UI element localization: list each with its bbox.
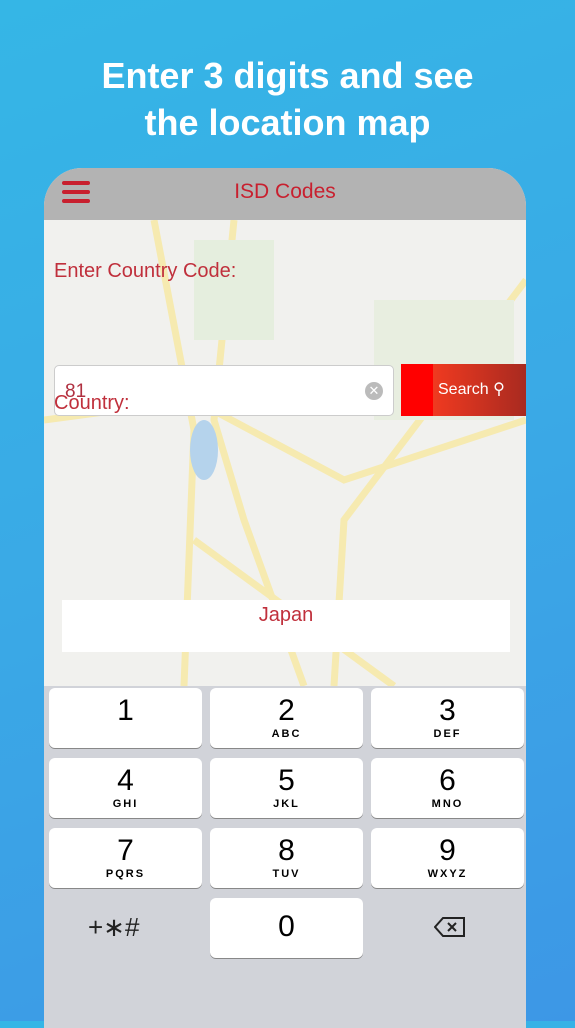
search-people-icon: ⚲ bbox=[493, 381, 505, 398]
phone-screen: ISD Codes Enter Country Code: 81 ✕ Searc… bbox=[44, 168, 526, 1028]
country-result: Japan bbox=[62, 600, 510, 652]
clear-icon[interactable]: ✕ bbox=[365, 382, 383, 400]
key-9[interactable]: 9 WXYZ bbox=[371, 828, 524, 888]
key-2[interactable]: 2 ABC bbox=[210, 688, 363, 748]
map-background: Enter Country Code: 81 ✕ Search ⚲ Countr… bbox=[44, 220, 526, 686]
key-5[interactable]: 5 JKL bbox=[210, 758, 363, 818]
headline-line-1: Enter 3 digits and see bbox=[101, 55, 474, 96]
navbar: ISD Codes bbox=[44, 168, 526, 220]
key-8[interactable]: 8 TUV bbox=[210, 828, 363, 888]
promo-headline: Enter 3 digits and see the location map bbox=[0, 52, 575, 146]
key-1[interactable]: 1 bbox=[49, 688, 202, 748]
key-symbols[interactable]: +∗# bbox=[88, 912, 139, 943]
backspace-icon[interactable] bbox=[433, 914, 466, 937]
country-code-label: Enter Country Code: bbox=[54, 260, 237, 282]
page-title: ISD Codes bbox=[234, 180, 336, 203]
key-7[interactable]: 7 PQRS bbox=[49, 828, 202, 888]
numeric-keypad: 1 2 ABC 3 DEF 4 GHI 5 JKL 6 MNO 7 PQRS 8 TUV 9W… bbox=[44, 686, 526, 1028]
key-4[interactable]: 4 GHI bbox=[49, 758, 202, 818]
search-button[interactable]: Search ⚲ bbox=[401, 364, 526, 416]
headline-line-2: the location map bbox=[144, 102, 431, 143]
key-0[interactable]: 0 bbox=[210, 898, 363, 958]
country-label: Country: bbox=[54, 392, 130, 414]
key-3[interactable]: 3 DEF bbox=[371, 688, 524, 748]
key-6[interactable]: 6 MNO bbox=[371, 758, 524, 818]
search-label: Search bbox=[438, 381, 489, 398]
